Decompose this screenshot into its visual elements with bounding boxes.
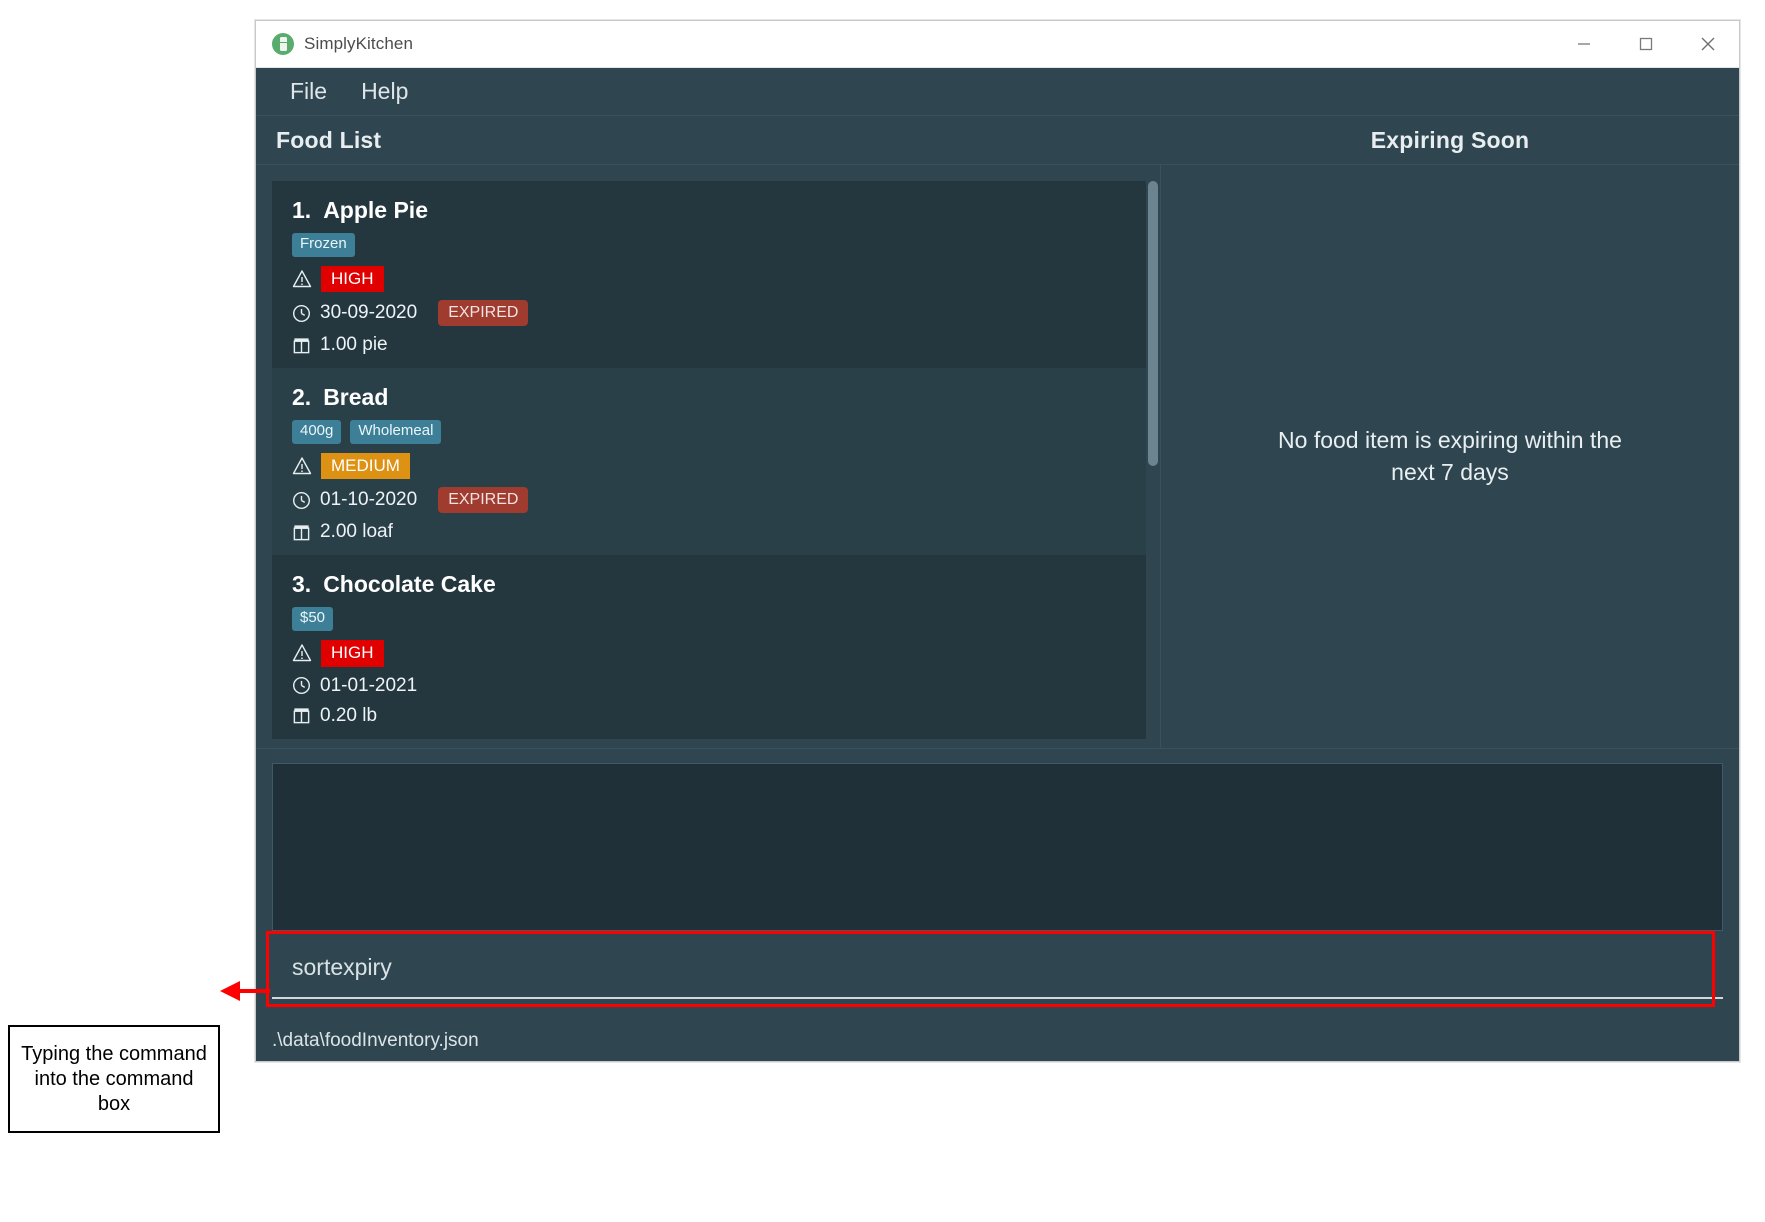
list-item[interactable]: 2. Bread 400g Wholemeal MEDIUM 01-10-202… (272, 368, 1146, 556)
status-file-path: .\data\foodInventory.json (272, 1030, 479, 1051)
warning-icon (292, 270, 312, 287)
food-item-name: Bread (323, 384, 389, 411)
food-list-panel: 1. Apple Pie Frozen HIGH 30-09-2020 EXPI… (256, 165, 1161, 748)
warning-icon (292, 457, 312, 475)
warning-icon (292, 644, 312, 662)
tag: Wholemeal (350, 420, 442, 444)
menu-item-file[interactable]: File (276, 76, 341, 107)
food-item-index: 2. (292, 384, 312, 411)
food-item-title: 1. Apple Pie (292, 197, 1146, 224)
food-item-name: Chocolate Cake (323, 571, 496, 598)
expiry-row: 01-01-2021 (292, 675, 1146, 697)
menu-item-help[interactable]: Help (347, 76, 422, 107)
minimize-icon (1578, 43, 1590, 45)
box-icon (293, 708, 310, 724)
expired-badge: EXPIRED (438, 300, 529, 327)
left-arrow-icon (220, 981, 270, 1001)
status-bar: .\data\foodInventory.json (256, 1021, 1739, 1061)
clock-icon (292, 677, 311, 695)
food-item-tags: Frozen (292, 233, 1146, 257)
box-icon (293, 525, 310, 541)
result-area (256, 749, 1739, 937)
quantity-row: 1.00 pie (292, 334, 1146, 356)
quantity-row: 0.20 lb (292, 705, 1146, 727)
close-icon (1701, 37, 1715, 51)
command-area: sortexpiry (256, 931, 1739, 1007)
scrollbar-thumb[interactable] (1148, 181, 1158, 466)
food-list-container: 1. Apple Pie Frozen HIGH 30-09-2020 EXPI… (272, 181, 1146, 748)
maximize-button[interactable] (1615, 21, 1677, 68)
minimize-button[interactable] (1553, 21, 1615, 68)
food-item-tags: $50 (292, 607, 1146, 631)
priority-row: HIGH (292, 639, 1146, 667)
expiry-row: 01-10-2020 EXPIRED (292, 487, 1146, 514)
priority-badge: HIGH (321, 265, 384, 293)
fridge-icon (272, 33, 294, 55)
command-input[interactable]: sortexpiry (272, 937, 1723, 999)
annotation-callout: Typing the command into the command box (8, 1025, 220, 1133)
expired-badge: EXPIRED (438, 487, 529, 514)
result-display-box (272, 763, 1723, 931)
expiring-soon-header: Expiring Soon (1161, 116, 1739, 164)
tag: Frozen (292, 233, 355, 257)
list-item[interactable]: 3. Chocolate Cake $50 HIGH 01-01-2021 0.… (272, 555, 1146, 739)
box-icon (293, 338, 310, 354)
expiry-date: 30-09-2020 (320, 302, 418, 324)
expiry-date: 01-01-2021 (320, 674, 418, 696)
expiring-soon-panel: No food item is expiring within the next… (1161, 165, 1739, 748)
panel-header-row: Food List Expiring Soon (256, 116, 1739, 165)
quantity-value: 1.00 pie (320, 334, 388, 356)
priority-badge: HIGH (321, 639, 384, 667)
food-item-index: 1. (292, 197, 312, 223)
food-item-tags: 400g Wholemeal (292, 420, 1146, 444)
expiry-row: 30-09-2020 EXPIRED (292, 300, 1146, 327)
quantity-row: 2.00 loaf (292, 521, 1146, 543)
command-input-value: sortexpiry (292, 953, 392, 980)
quantity-value: 2.00 loaf (320, 521, 393, 543)
annotation-text: Typing the command into the command box (21, 1042, 207, 1115)
expiring-soon-empty-message: No food item is expiring within the next… (1278, 427, 1622, 485)
expiry-date: 01-10-2020 (320, 489, 418, 511)
main-split: 1. Apple Pie Frozen HIGH 30-09-2020 EXPI… (256, 165, 1739, 749)
food-item-title: 3. Chocolate Cake (292, 571, 1146, 598)
menu-bar: File Help (256, 68, 1739, 116)
close-button[interactable] (1677, 21, 1739, 68)
title-bar-left: SimplyKitchen (256, 33, 413, 55)
quantity-value: 0.20 lb (320, 704, 378, 726)
maximize-icon (1639, 37, 1653, 51)
food-list-scrollbar[interactable] (1148, 181, 1158, 466)
list-item[interactable]: 1. Apple Pie Frozen HIGH 30-09-2020 EXPI… (272, 181, 1146, 369)
clock-icon (292, 304, 311, 322)
food-list-title: Food List (276, 126, 382, 153)
food-item-title: 2. Bread (292, 384, 1146, 411)
clock-icon (292, 491, 311, 509)
priority-row: HIGH (292, 265, 1146, 293)
priority-row: MEDIUM (292, 452, 1146, 480)
screenshot-root: SimplyKitchen File Help Food List Expiri… (0, 0, 1765, 1222)
tag: 400g (292, 420, 342, 444)
window-controls (1553, 21, 1739, 68)
food-item-index: 3. (292, 571, 312, 598)
food-list-header: Food List (256, 116, 1161, 164)
tag: $50 (292, 607, 334, 631)
window-title: SimplyKitchen (304, 34, 414, 53)
title-bar: SimplyKitchen (256, 21, 1739, 68)
food-item-name: Apple Pie (323, 197, 428, 223)
priority-badge: MEDIUM (321, 452, 410, 480)
application-window: SimplyKitchen File Help Food List Expiri… (255, 20, 1740, 1062)
expiring-soon-title: Expiring Soon (1370, 126, 1530, 153)
